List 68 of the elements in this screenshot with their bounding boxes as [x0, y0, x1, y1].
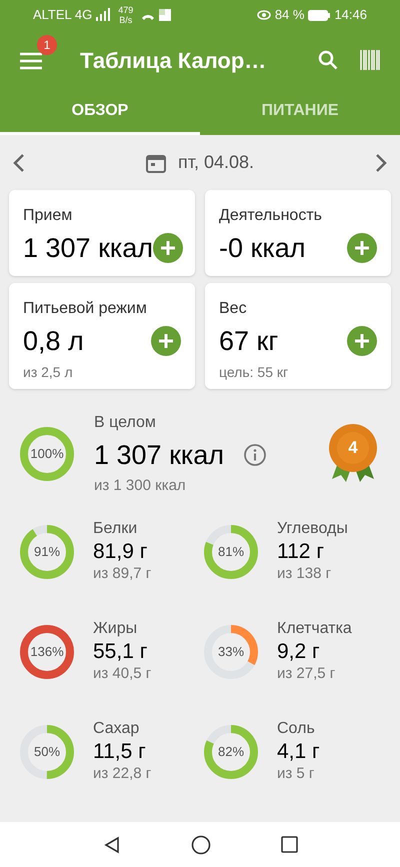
card-value: 1 307 ккал	[23, 232, 154, 265]
nutrient-goal: из 89,7 г	[93, 565, 152, 584]
overall-label: В целом	[94, 412, 157, 432]
card-label: Деятельность	[219, 206, 323, 226]
percent-label: 81%	[218, 542, 244, 561]
add-icon[interactable]	[347, 233, 377, 264]
summary-card[interactable]: Прием 1 307 ккал	[9, 190, 195, 276]
nutrient-name: Углеводы	[277, 519, 348, 539]
percent-label: 91%	[34, 542, 60, 561]
card-value: 0,8 л	[23, 325, 84, 358]
overall-value: 1 307 ккал	[94, 438, 224, 472]
next-icon[interactable]	[374, 152, 388, 172]
add-icon[interactable]	[347, 326, 377, 356]
summary-card[interactable]: Вес 67 кг цель: 55 кг	[205, 283, 391, 389]
card-value: 67 кг	[219, 325, 278, 358]
nutrient-value: 9,2 г	[277, 639, 321, 665]
nutrient-goal: из 138 г	[277, 565, 332, 584]
battery-percent: 84 %	[274, 6, 304, 24]
add-icon[interactable]	[153, 233, 184, 264]
speed-unit: B/s	[119, 15, 132, 25]
card-subtext: цель: 55 кг	[219, 362, 290, 382]
add-icon[interactable]	[151, 326, 181, 356]
summary-card[interactable]: Деятельность -0 ккал	[205, 190, 391, 276]
nutrient-goal: из 22,8 г	[93, 765, 152, 784]
notification-badge: 1	[37, 35, 57, 55]
nutrient-name: Жиры	[93, 619, 138, 639]
nutrient-name: Белки	[93, 519, 138, 539]
medal-level: 4	[348, 437, 358, 460]
percent-label: 50%	[34, 742, 60, 761]
nutrient-name: Соль	[277, 719, 316, 739]
card-label: Прием	[23, 206, 74, 226]
home-icon[interactable]	[190, 834, 210, 854]
previous-icon[interactable]	[12, 152, 26, 172]
barcode-icon[interactable]	[360, 50, 380, 70]
date-label[interactable]: пт, 04.08.	[178, 149, 254, 176]
nutrient-value: 55,1 г	[93, 639, 148, 665]
nutrient-value: 4,1 г	[277, 739, 320, 765]
percent-label: 82%	[218, 742, 244, 761]
battery-icon	[308, 10, 330, 20]
card-subtext: из 2,5 л	[23, 362, 74, 382]
nutrient-value: 112 г	[277, 539, 325, 565]
speed-value: 479	[118, 5, 134, 15]
app-title: Таблица Калор…	[80, 46, 266, 75]
clock: 14:46	[334, 6, 367, 24]
recents-icon[interactable]	[280, 836, 298, 853]
nutrient-value: 81,9 г	[93, 539, 148, 565]
percent-label: 136%	[30, 642, 64, 661]
info-icon[interactable]	[244, 444, 266, 466]
card-label: Вес	[219, 299, 248, 319]
eye-icon	[256, 10, 271, 20]
percent-label: 100%	[30, 445, 64, 464]
nutrient-goal: из 27,5 г	[277, 665, 336, 684]
signal-icon	[94, 8, 110, 22]
nutrient-name: Сахар	[93, 719, 140, 739]
search-icon[interactable]	[318, 50, 338, 70]
nutrient-name: Клетчатка	[277, 619, 352, 639]
card-label: Питьевой режим	[23, 299, 148, 319]
back-icon[interactable]	[102, 836, 120, 854]
summary-card[interactable]: Питьевой режим 0,8 л из 2,5 л	[9, 283, 195, 389]
menu-icon[interactable]	[20, 52, 42, 70]
nutrient-goal: из 5 г	[277, 765, 316, 784]
calendar-icon[interactable]	[146, 152, 166, 172]
overall-goal: из 1 300 ккал	[94, 476, 187, 496]
nutrient-value: 11,5 г	[93, 739, 147, 765]
carrier-label: ALTEL 4G	[33, 6, 92, 24]
nutrient-goal: из 40,5 г	[93, 665, 152, 684]
percent-label: 33%	[218, 642, 244, 661]
card-value: -0 ккал	[219, 232, 306, 265]
